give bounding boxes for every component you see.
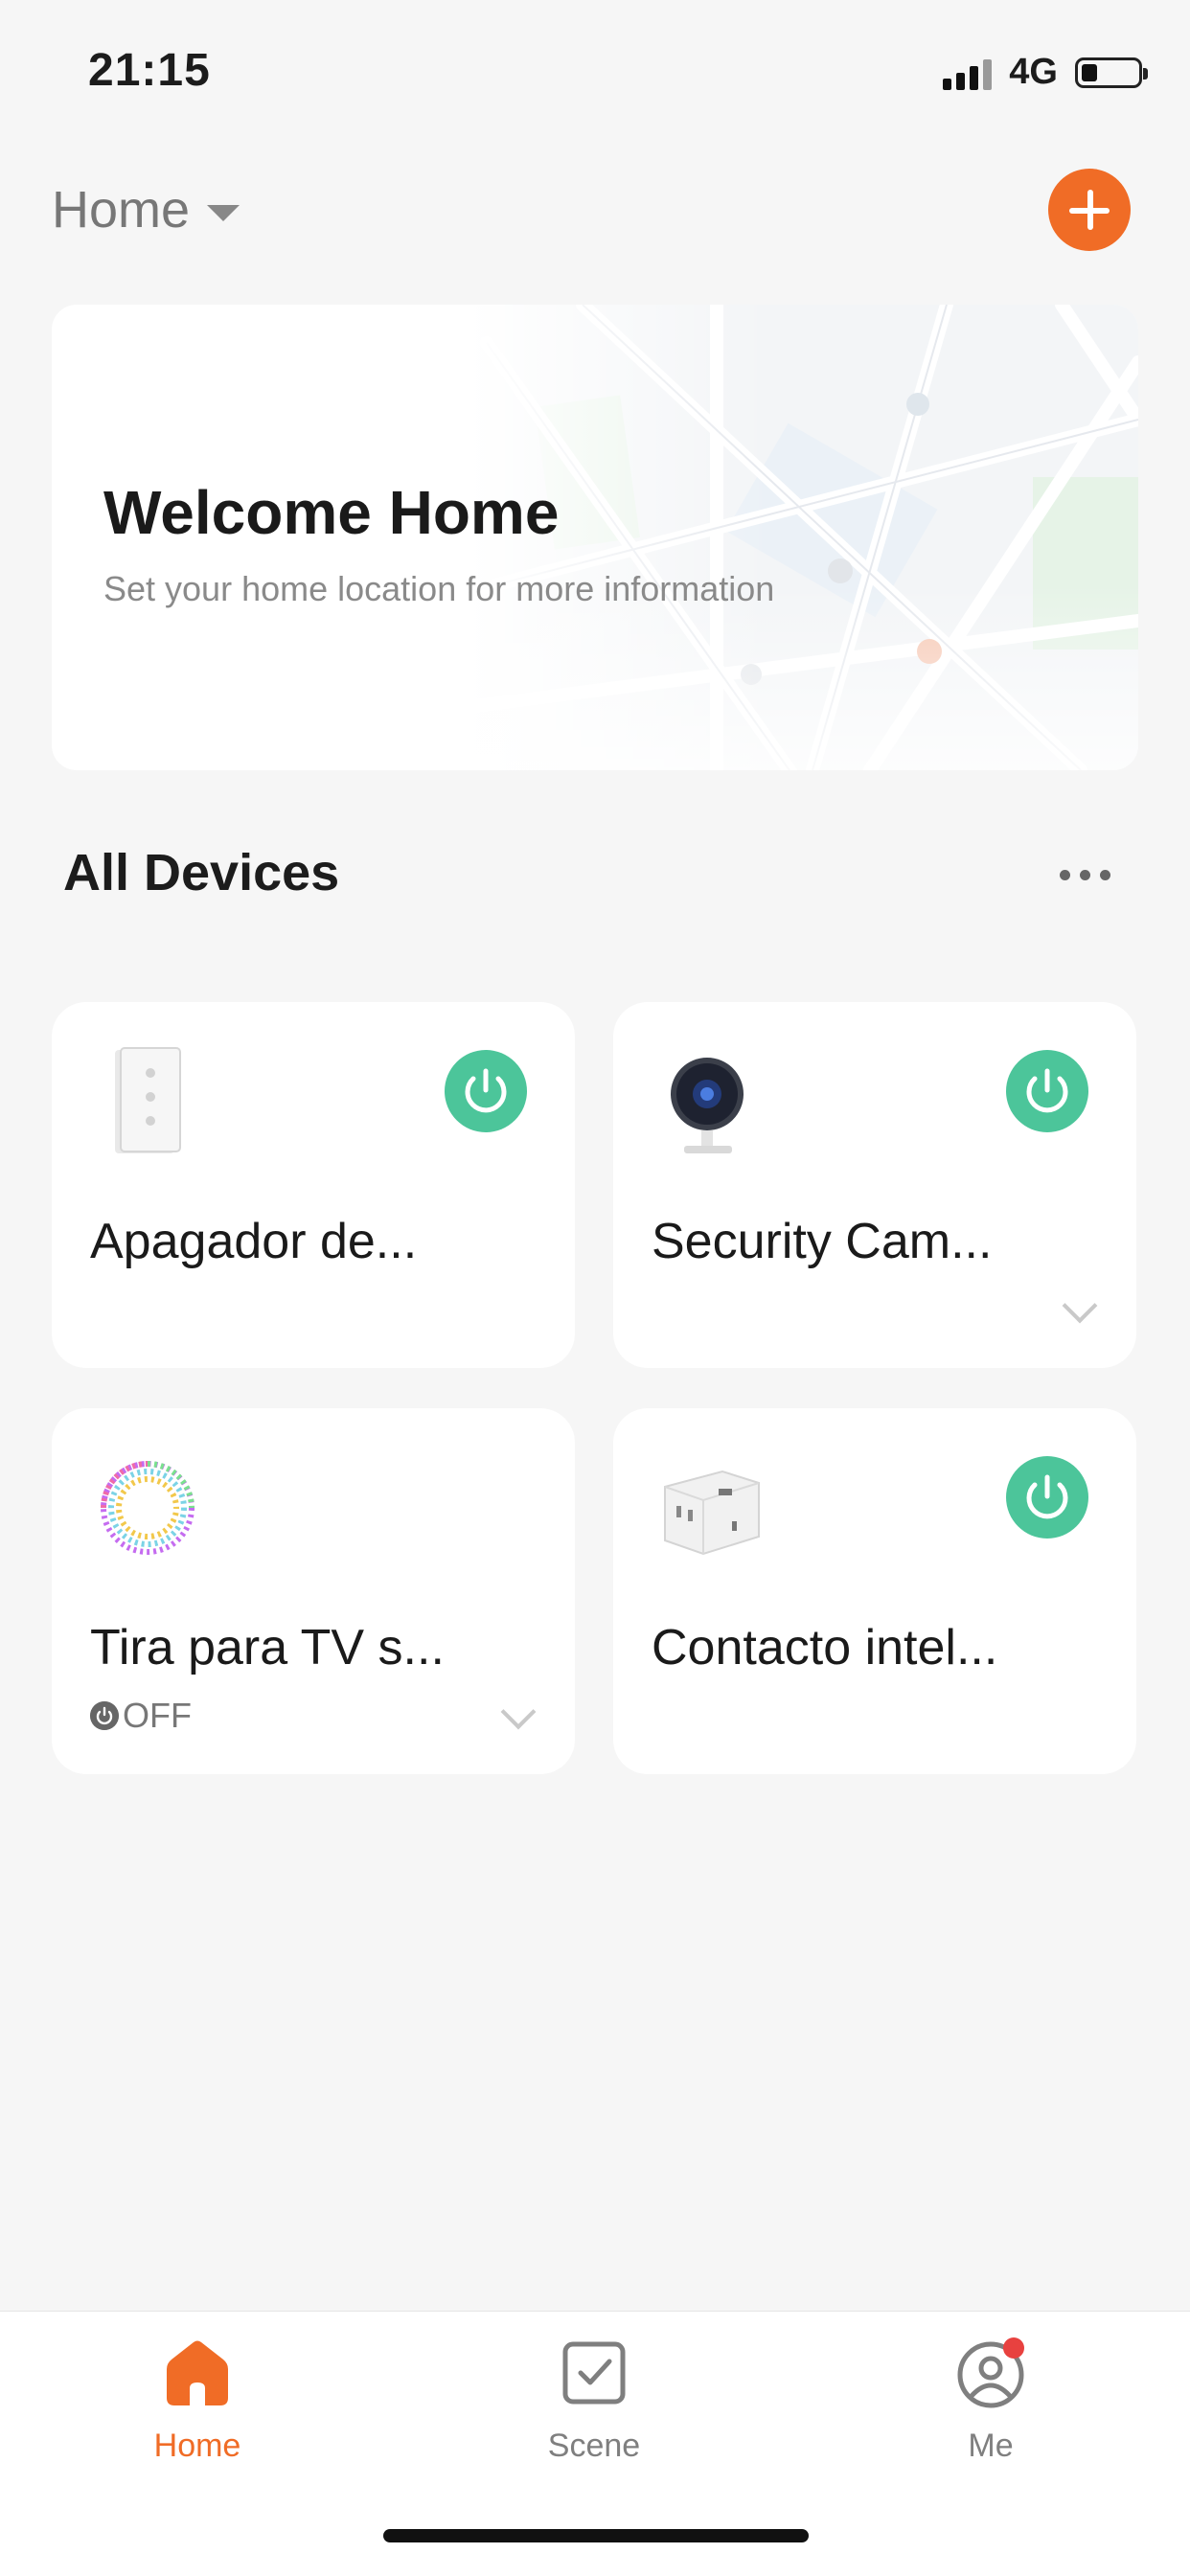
tab-me[interactable]: Me [885, 2337, 1096, 2465]
device-card-camera[interactable]: Security Cam... [613, 1002, 1136, 1368]
device-name: Apagador de... [90, 1214, 418, 1269]
power-button[interactable] [445, 1050, 527, 1132]
network-type: 4G [1009, 52, 1058, 92]
welcome-title: Welcome Home [103, 478, 560, 547]
wall-switch-icon [115, 1047, 181, 1153]
power-icon [90, 1701, 119, 1730]
device-state-label: OFF [123, 1696, 192, 1735]
tab-scene-label: Scene [547, 2428, 641, 2464]
tab-scene[interactable]: Scene [489, 2337, 699, 2465]
light-strip-icon [101, 1461, 195, 1555]
add-device-button[interactable] [1048, 169, 1131, 251]
welcome-subtitle: Set your home location for more informat… [103, 569, 775, 608]
power-button[interactable] [1006, 1456, 1088, 1539]
tab-home-label: Home [153, 2428, 241, 2464]
all-devices-title: All Devices [63, 844, 340, 901]
status-indicators: 4G [943, 52, 1148, 93]
smart-plug-icon [664, 1470, 760, 1556]
device-state: OFF [90, 1696, 192, 1736]
device-card-switch[interactable]: Apagador de... [52, 1002, 575, 1368]
chevron-down-icon[interactable] [1062, 1288, 1098, 1324]
tab-home[interactable]: Home [92, 2337, 303, 2465]
power-icon [465, 1068, 507, 1113]
device-card-light-strip[interactable]: Tira para TV s... OFF [52, 1408, 575, 1774]
battery-icon [1075, 57, 1148, 88]
profile-icon [957, 2337, 1024, 2408]
caret-down-icon [207, 204, 240, 221]
scene-check-icon [562, 2341, 626, 2405]
more-options-icon[interactable] [1060, 870, 1110, 880]
home-selector[interactable]: Home [52, 180, 240, 239]
cell-signal-icon [943, 56, 993, 90]
home-indicator [383, 2529, 809, 2542]
device-name: Security Cam... [652, 1214, 993, 1269]
device-name: Contacto intel... [652, 1620, 998, 1676]
tab-me-label: Me [968, 2428, 1014, 2464]
camera-icon [671, 1058, 744, 1153]
notification-badge [1003, 2337, 1024, 2359]
home-selector-label: Home [52, 181, 191, 239]
welcome-card[interactable]: Welcome Home Set your home location for … [52, 305, 1138, 770]
power-button[interactable] [1006, 1050, 1088, 1132]
device-card-smart-plug[interactable]: Contacto intel... [613, 1408, 1136, 1774]
status-time: 21:15 [88, 45, 211, 96]
home-icon [167, 2340, 228, 2405]
map-illustration [468, 305, 1138, 770]
device-name: Tira para TV s... [90, 1620, 445, 1676]
power-icon [1026, 1474, 1068, 1519]
power-icon [1026, 1068, 1068, 1113]
chevron-down-icon[interactable] [500, 1694, 537, 1730]
